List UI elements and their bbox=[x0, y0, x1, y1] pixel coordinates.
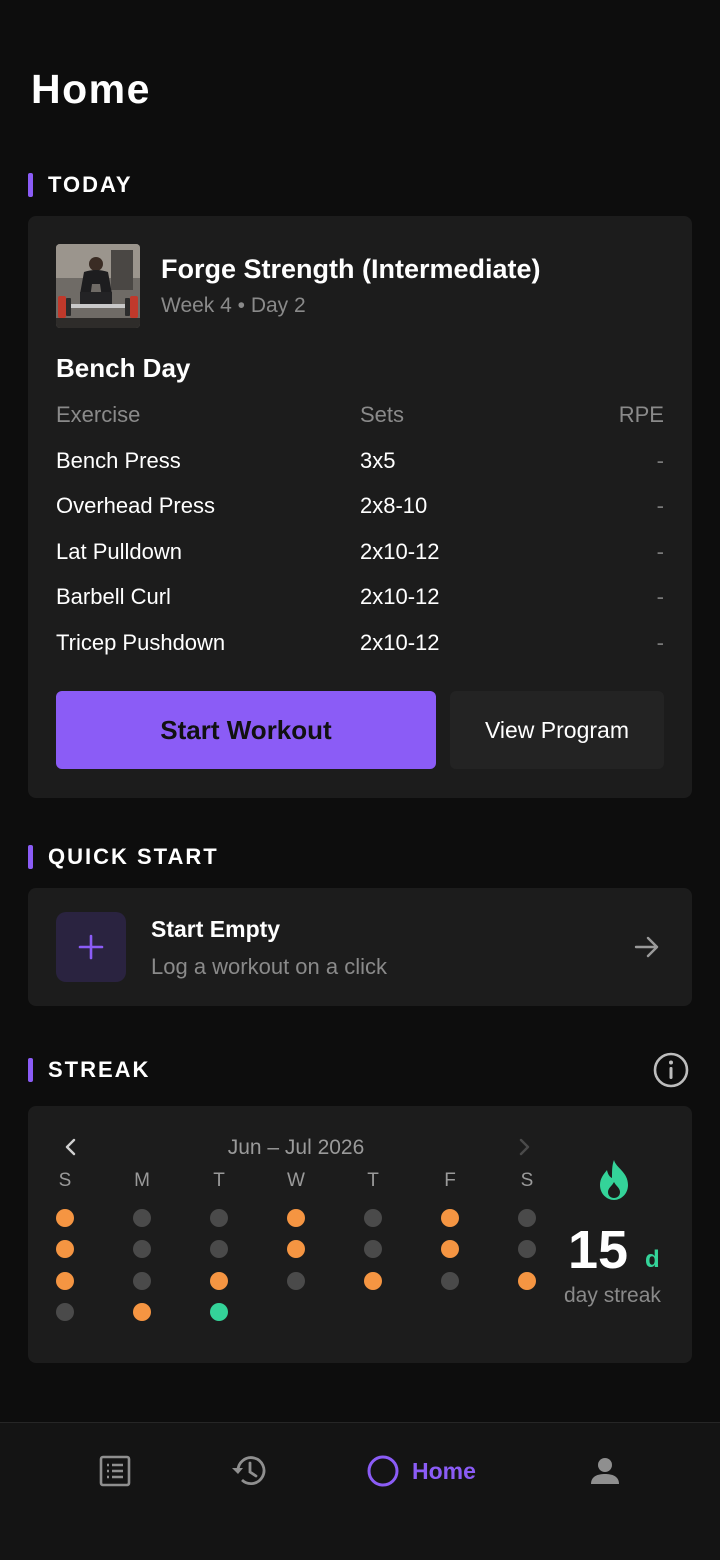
start-empty-card[interactable]: Start Empty Log a workout on a click bbox=[28, 888, 692, 1006]
nav-item-profile[interactable] bbox=[590, 1451, 620, 1491]
streak-day-dot bbox=[210, 1271, 228, 1290]
weekday-label: S bbox=[520, 1170, 534, 1191]
streak-day-dot bbox=[441, 1209, 459, 1227]
streak-day-dot bbox=[133, 1209, 151, 1227]
weekday-label: S bbox=[58, 1170, 72, 1191]
streak-unit: d bbox=[645, 1246, 660, 1273]
workout-day-title: Bench Day bbox=[56, 353, 191, 383]
streak-day-dot bbox=[287, 1240, 305, 1259]
section-accent-bar bbox=[28, 173, 33, 197]
chevron-right-icon[interactable] bbox=[514, 1136, 534, 1163]
exercise-name: Barbell Curl bbox=[56, 584, 171, 609]
exercise-sets: 2x10-12 bbox=[360, 584, 440, 609]
section-accent-bar bbox=[28, 1058, 33, 1082]
streak-day-dot bbox=[210, 1302, 228, 1321]
table-row: Tricep Pushdown 2x10-12 - bbox=[56, 630, 664, 676]
streak-day-dot bbox=[133, 1271, 151, 1290]
exercise-sets: 3x5 bbox=[360, 447, 396, 473]
exercise-rpe: - bbox=[656, 447, 664, 473]
nav-home-label: Home bbox=[412, 1457, 476, 1484]
profile-icon bbox=[591, 1458, 619, 1484]
quick-start-section-header: QUICK START bbox=[28, 844, 219, 870]
exercise-sets: 2x10-12 bbox=[360, 538, 440, 564]
streak-day-dot bbox=[441, 1271, 459, 1290]
exercise-rpe: - bbox=[656, 584, 664, 609]
program-name: Forge Strength (Intermediate) bbox=[161, 254, 541, 284]
exercise-table: Exercise Sets RPE Bench Press 3x5 - Over… bbox=[56, 402, 664, 675]
table-row: Bench Press 3x5 - bbox=[56, 448, 664, 494]
streak-day-dot bbox=[287, 1209, 305, 1227]
streak-day-dot bbox=[133, 1302, 151, 1321]
streak-day-dot bbox=[56, 1240, 74, 1259]
streak-day-dot bbox=[364, 1271, 382, 1290]
info-icon[interactable] bbox=[652, 1051, 690, 1089]
column-header-rpe: RPE bbox=[618, 402, 664, 427]
weekday-label: F bbox=[444, 1170, 456, 1191]
flame-icon bbox=[594, 1158, 634, 1207]
column-header-sets: Sets bbox=[360, 402, 405, 427]
weekday-label: M bbox=[134, 1170, 150, 1191]
column-header-exercise: Exercise bbox=[56, 402, 141, 427]
streak-day-dot bbox=[210, 1209, 228, 1227]
streak-day-dot bbox=[518, 1271, 536, 1290]
nav-item-history[interactable] bbox=[230, 1451, 268, 1491]
view-program-button[interactable]: View Program bbox=[450, 691, 664, 769]
program-thumbnail bbox=[56, 244, 140, 328]
history-icon bbox=[232, 1456, 266, 1485]
streak-day-dot bbox=[518, 1209, 536, 1227]
table-row: Overhead Press 2x8-10 - bbox=[56, 493, 664, 539]
streak-section-header: STREAK bbox=[28, 1057, 150, 1083]
streak-day-dot bbox=[287, 1271, 305, 1290]
streak-day-dot bbox=[56, 1302, 74, 1321]
section-label: STREAK bbox=[48, 1057, 151, 1082]
table-row: Lat Pulldown 2x10-12 - bbox=[56, 539, 664, 585]
program-week-day: Week 4 • Day 2 bbox=[161, 294, 306, 317]
streak-day-dot bbox=[210, 1240, 228, 1259]
today-section-header: TODAY bbox=[28, 172, 133, 198]
exercise-sets: 2x8-10 bbox=[360, 493, 428, 518]
streak-card: Jun – Jul 2026 S M T W T F S 15 d day streak bbox=[28, 1106, 692, 1363]
exercise-sets: 2x10-12 bbox=[360, 629, 440, 655]
nav-item-home[interactable]: Home bbox=[366, 1451, 476, 1491]
plus-icon bbox=[56, 912, 126, 982]
start-empty-subtitle: Log a workout on a click bbox=[151, 954, 388, 979]
start-workout-button[interactable]: Start Workout bbox=[56, 691, 436, 769]
streak-day-dot bbox=[133, 1240, 151, 1259]
weekday-label: W bbox=[287, 1170, 305, 1191]
home-circle-icon bbox=[367, 1455, 399, 1487]
weekday-label: T bbox=[367, 1170, 379, 1191]
streak-label: day streak bbox=[564, 1284, 661, 1307]
exercise-rpe: - bbox=[656, 493, 664, 518]
exercise-name: Tricep Pushdown bbox=[56, 629, 226, 655]
streak-count: 15 bbox=[568, 1220, 629, 1280]
calendar-month-range: Jun – Jul 2026 bbox=[227, 1136, 365, 1159]
section-label: QUICK START bbox=[48, 844, 219, 869]
bottom-navigation: Home bbox=[0, 1422, 720, 1560]
exercise-rpe: - bbox=[656, 629, 664, 655]
section-accent-bar bbox=[28, 845, 33, 869]
exercise-name: Lat Pulldown bbox=[56, 538, 182, 564]
streak-day-dot bbox=[441, 1240, 459, 1259]
program-thumbnail-image bbox=[56, 244, 140, 328]
page-title: Home bbox=[31, 66, 151, 112]
start-empty-title: Start Empty bbox=[151, 916, 281, 942]
streak-day-dot bbox=[364, 1240, 382, 1259]
exercise-name: Overhead Press bbox=[56, 493, 215, 518]
list-icon bbox=[99, 1455, 131, 1487]
streak-day-dot bbox=[364, 1209, 382, 1227]
exercise-name: Bench Press bbox=[56, 447, 181, 473]
arrow-right-icon bbox=[634, 934, 660, 965]
table-row: Barbell Curl 2x10-12 - bbox=[56, 584, 664, 630]
section-label: TODAY bbox=[48, 172, 133, 197]
streak-day-dot bbox=[518, 1240, 536, 1259]
streak-day-dot bbox=[56, 1209, 74, 1227]
exercise-table-header: Exercise Sets RPE bbox=[56, 402, 664, 448]
weekday-label: T bbox=[213, 1170, 225, 1191]
today-card: Forge Strength (Intermediate) Week 4 • D… bbox=[28, 216, 692, 798]
exercise-rpe: - bbox=[656, 538, 664, 564]
nav-item-programs[interactable] bbox=[98, 1451, 132, 1491]
streak-day-dot bbox=[56, 1271, 74, 1290]
